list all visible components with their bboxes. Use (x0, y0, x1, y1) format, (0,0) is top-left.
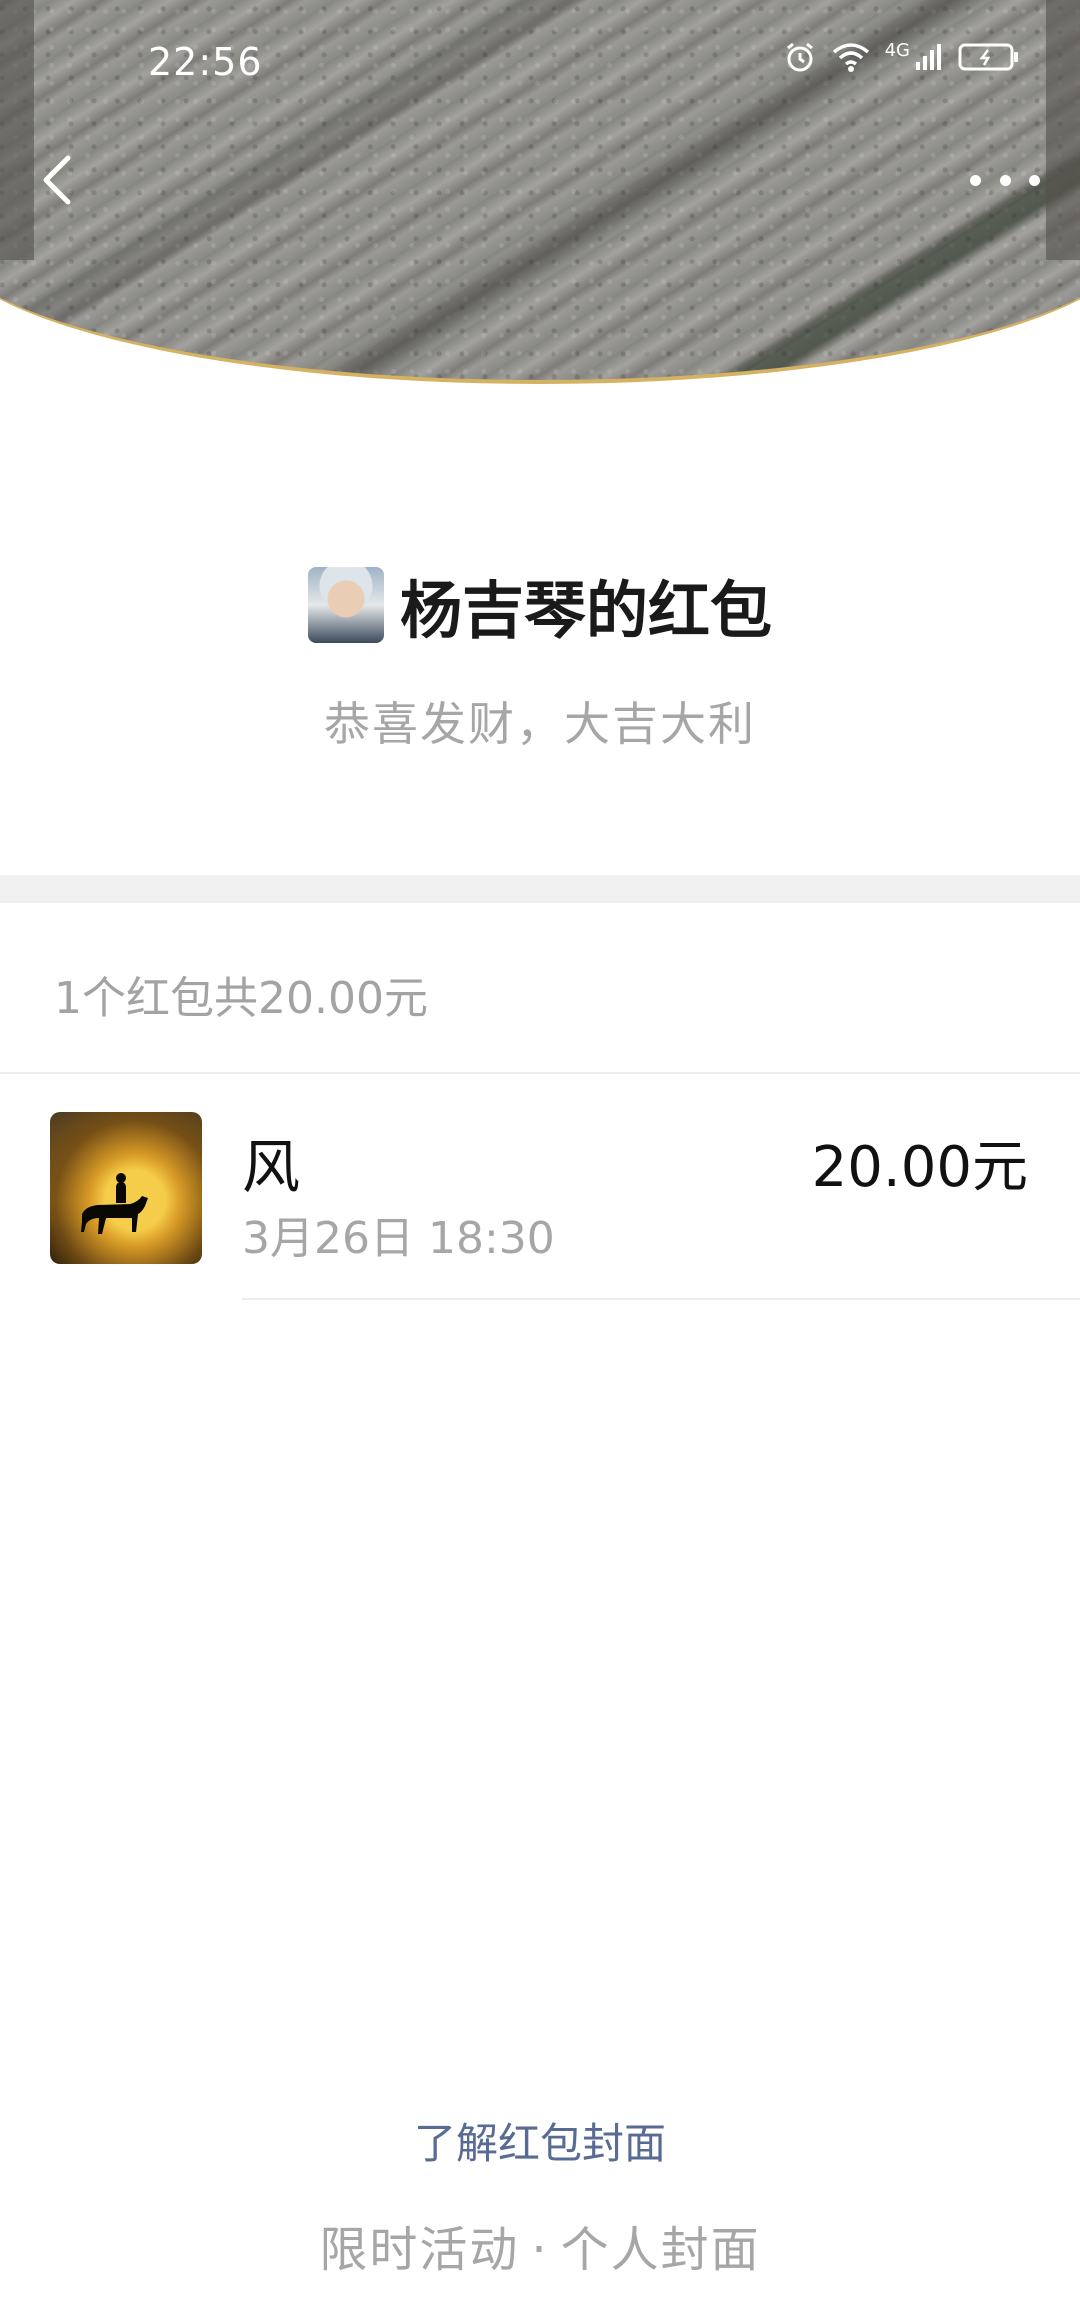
more-dot (999, 174, 1011, 186)
sender-line: 杨吉琴的红包 (307, 560, 772, 650)
receive-time: 3月26日 18:30 (242, 1213, 555, 1264)
more-dot (970, 174, 981, 186)
summary-divider (0, 1072, 1080, 1074)
receiver-name: 风 (242, 1133, 301, 1201)
footer-separator: · (531, 2222, 549, 2278)
horse-rider-silhouette (81, 1173, 148, 1234)
more-dots-icon[interactable] (970, 160, 1040, 200)
list-item[interactable]: 风 3月26日 18:30 20.00元 (0, 1108, 1080, 1302)
status-time: 22:56 (148, 40, 263, 84)
alarm-icon (786, 42, 813, 72)
wifi-icon (832, 43, 869, 72)
personal-cover-link[interactable]: 个人封面 (561, 2222, 761, 2278)
chevron-left-icon[interactable] (34, 150, 84, 210)
signal-icon (916, 44, 941, 70)
learn-cover-link[interactable]: 了解红包封面 (0, 2110, 1080, 2171)
status-icons: 4G (783, 40, 1020, 74)
packet-summary: 1个红包共20.00元 (54, 973, 428, 1024)
footer-links: 限时活动 · 个人封面 (0, 2210, 1080, 2280)
status-bar: 22:56 4G (0, 0, 1080, 120)
network-label: 4G (884, 39, 910, 61)
cover-header: 22:56 4G (0, 0, 1080, 390)
receiver-avatar[interactable] (50, 1112, 202, 1264)
more-dot (1029, 174, 1040, 186)
battery-icon (958, 43, 1018, 71)
limited-activity-link[interactable]: 限时活动 (319, 2222, 519, 2278)
sender-block: 杨吉琴的红包 恭喜发财，大吉大利 (0, 560, 1080, 754)
section-divider (0, 875, 1080, 903)
sender-title: 杨吉琴的红包 (399, 574, 772, 647)
sender-avatar[interactable] (307, 567, 384, 643)
sender-wish: 恭喜发财，大吉大利 (324, 697, 756, 751)
receive-amount: 20.00元 (811, 1135, 1028, 1200)
row-divider (242, 1298, 1080, 1300)
